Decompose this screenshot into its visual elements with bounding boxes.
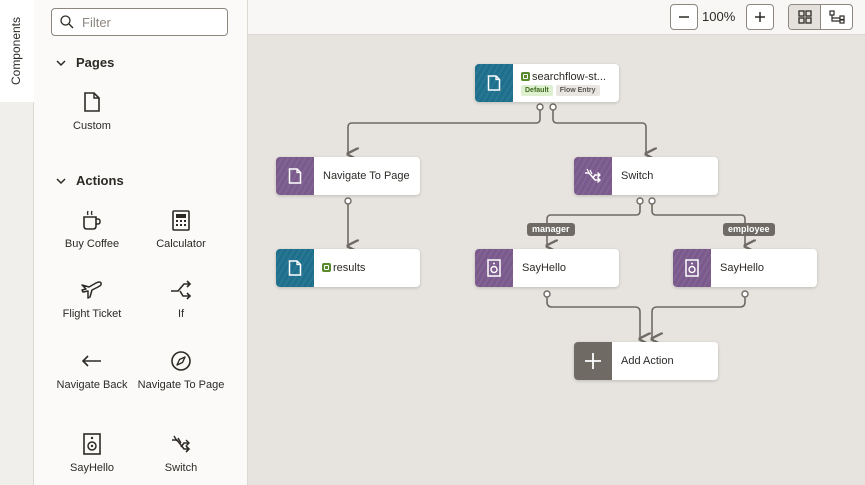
component-switch[interactable]: Switch xyxy=(136,432,226,475)
canvas-toolbar: 100% xyxy=(248,0,865,35)
zoom-out-button[interactable] xyxy=(670,4,698,30)
component-if[interactable]: If xyxy=(136,278,226,321)
flow-node-navigate-to-page[interactable]: Navigate To Page xyxy=(276,157,420,195)
flow-view-button[interactable] xyxy=(820,5,852,29)
side-tab-strip: Components xyxy=(0,0,34,485)
page-icon xyxy=(84,92,100,112)
component-label: If xyxy=(177,308,185,320)
page-icon xyxy=(487,75,501,91)
component-custom[interactable]: Custom xyxy=(47,90,137,133)
arrow-left-icon xyxy=(81,355,101,367)
node-icon-box xyxy=(475,249,513,287)
flow-node-sayhello-employee[interactable]: SayHello xyxy=(673,249,817,287)
zoom-in-button[interactable] xyxy=(746,4,774,30)
node-label: results xyxy=(333,262,366,274)
add-action-node[interactable]: Add Action xyxy=(574,342,718,380)
component-label: Calculator xyxy=(156,238,206,250)
node-icon-box xyxy=(276,157,314,195)
node-label: SayHello xyxy=(720,262,765,274)
component-label: Custom xyxy=(73,120,111,132)
component-calculator[interactable]: Calculator xyxy=(136,208,226,251)
plus-icon xyxy=(585,353,601,369)
chevron-down-icon xyxy=(56,177,66,184)
flow-canvas[interactable]: searchflow-st... Default Flow Entry Navi… xyxy=(248,35,865,485)
badge-default: Default xyxy=(521,84,553,96)
components-tab[interactable]: Components xyxy=(0,0,34,102)
speaker-icon xyxy=(685,259,699,277)
component-navigate-to-page[interactable]: Navigate To Page xyxy=(136,349,226,392)
grid-icon xyxy=(797,10,812,24)
component-label: Navigate Back xyxy=(56,379,128,391)
actions-section-title: Actions xyxy=(76,173,124,188)
badge-flow-entry: Flow Entry xyxy=(555,84,600,96)
flow-entry-icon xyxy=(322,263,331,272)
node-icon-box xyxy=(276,249,314,287)
plus-icon xyxy=(755,12,765,22)
flow-node-start-page[interactable]: searchflow-st... Default Flow Entry xyxy=(475,64,619,102)
flow-node-sayhello-manager[interactable]: SayHello xyxy=(475,249,619,287)
filter-field[interactable] xyxy=(51,8,228,36)
node-label: searchflow-st... xyxy=(532,70,606,83)
switch-arrows-icon xyxy=(585,168,601,183)
coffee-cup-icon xyxy=(83,210,101,230)
switch-arrows-icon xyxy=(172,435,191,453)
components-panel: Pages Custom Actions Buy Coffee Calculat… xyxy=(34,0,248,485)
search-icon xyxy=(60,15,74,29)
pages-section-title: Pages xyxy=(76,55,115,70)
component-label: Flight Ticket xyxy=(62,308,122,320)
component-label: SayHello xyxy=(69,462,115,474)
node-icon-box xyxy=(475,64,513,102)
flow-entry-icon xyxy=(521,71,530,81)
page-icon xyxy=(288,260,302,276)
flow-node-switch[interactable]: Switch xyxy=(574,157,718,195)
flow-node-results[interactable]: results xyxy=(276,249,420,287)
node-label: Add Action xyxy=(621,355,674,367)
speaker-icon xyxy=(487,259,501,277)
component-navigate-back[interactable]: Navigate Back xyxy=(47,349,137,392)
pages-section-header[interactable]: Pages xyxy=(56,55,114,70)
chevron-down-icon xyxy=(56,59,66,66)
node-icon-box xyxy=(673,249,711,287)
component-label: Navigate To Page xyxy=(137,379,225,391)
flow-icon xyxy=(828,10,845,24)
minus-icon xyxy=(679,16,689,18)
component-buy-coffee[interactable]: Buy Coffee xyxy=(47,208,137,251)
page-icon xyxy=(288,168,302,184)
edge-label-employee: employee xyxy=(723,223,775,236)
filter-input[interactable] xyxy=(82,14,212,30)
node-label: Navigate To Page xyxy=(323,170,410,182)
compass-icon xyxy=(171,351,191,371)
component-flight-ticket[interactable]: Flight Ticket xyxy=(47,278,137,321)
node-label: SayHello xyxy=(522,262,567,274)
component-label: Buy Coffee xyxy=(64,238,120,250)
node-icon-box xyxy=(574,157,612,195)
branch-arrows-icon xyxy=(171,280,192,300)
view-toggle xyxy=(788,4,853,30)
node-label: Switch xyxy=(621,170,654,182)
edge-label-manager: manager xyxy=(527,223,575,236)
zoom-level: 100% xyxy=(702,9,736,24)
speaker-icon xyxy=(83,433,101,455)
calculator-icon xyxy=(172,209,190,231)
grid-view-button[interactable] xyxy=(789,5,820,29)
airplane-icon xyxy=(81,281,102,299)
components-tab-label: Components xyxy=(9,16,24,86)
node-icon-box xyxy=(574,342,612,380)
component-sayhello[interactable]: SayHello xyxy=(47,432,137,475)
component-label: Switch xyxy=(164,462,198,474)
actions-section-header[interactable]: Actions xyxy=(56,173,124,188)
